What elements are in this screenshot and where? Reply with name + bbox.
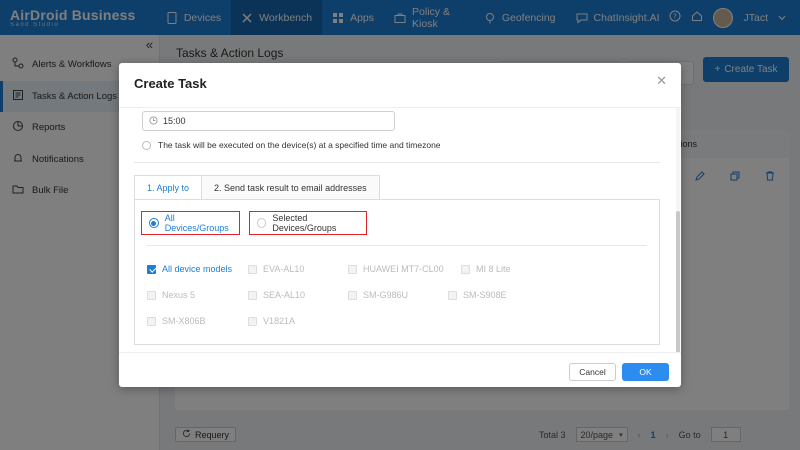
tab-apply-to[interactable]: 1. Apply to xyxy=(134,175,203,200)
device-checkbox-eva-al10[interactable]: EVA-AL10 xyxy=(248,264,304,274)
divider xyxy=(134,162,660,163)
device-label: SM-G986U xyxy=(363,290,409,300)
option-selected-devices[interactable]: Selected Devices/Groups xyxy=(249,211,367,235)
task-tabs: 1. Apply to 2. Send task result to email… xyxy=(134,175,380,200)
device-checkbox-v1821a[interactable]: V1821A xyxy=(248,316,295,326)
time-value: 15:00 xyxy=(163,116,186,126)
checkbox[interactable] xyxy=(448,290,457,300)
device-label: EVA-AL10 xyxy=(263,264,305,274)
device-label: HUAWEI MT7-CL00 xyxy=(363,264,444,274)
dialog-scrollbar[interactable] xyxy=(676,108,680,352)
option-all-devices[interactable]: All Devices/Groups xyxy=(141,211,240,235)
checkbox[interactable] xyxy=(147,264,156,274)
option-all-label: All Devices/Groups xyxy=(164,213,229,233)
checkbox[interactable] xyxy=(147,316,156,326)
device-checkbox-mi8-lite[interactable]: MI 8 Lite xyxy=(461,264,511,274)
checkbox[interactable] xyxy=(248,290,257,300)
ok-button[interactable]: OK xyxy=(622,363,669,381)
device-checkbox-sm-x806b[interactable]: SM-X806B xyxy=(147,316,206,326)
time-note-radio[interactable] xyxy=(142,140,151,150)
cancel-button[interactable]: Cancel xyxy=(569,363,616,381)
device-label: Nexus 5 xyxy=(162,290,196,300)
selected-devices-radio[interactable] xyxy=(257,218,267,228)
device-label: SM-S908E xyxy=(463,290,507,300)
checkbox[interactable] xyxy=(147,290,156,300)
all-devices-radio[interactable] xyxy=(149,218,159,228)
device-checkbox-sm-g986u[interactable]: SM-G986U xyxy=(348,290,408,300)
time-picker-input[interactable]: 15:00 xyxy=(142,111,395,131)
checkbox[interactable] xyxy=(348,290,357,300)
device-label: SEA-AL10 xyxy=(263,290,306,300)
device-checkbox-nexus5[interactable]: Nexus 5 xyxy=(147,290,195,300)
device-label: All device models xyxy=(162,264,233,274)
device-checkbox-huawei-mt7[interactable]: HUAWEI MT7-CL00 xyxy=(348,264,444,274)
tab-send-task-result[interactable]: 2. Send task result to email addresses xyxy=(202,175,380,200)
device-checkbox-sea-al10[interactable]: SEA-AL10 xyxy=(248,290,305,300)
create-task-dialog: Create Task ✕ 15:00 The task will be exe… xyxy=(119,63,681,387)
checkbox[interactable] xyxy=(248,316,257,326)
dialog-body: 15:00 The task will be executed on the d… xyxy=(119,107,681,352)
option-selected-label: Selected Devices/Groups xyxy=(272,213,337,233)
device-checkbox-sm-s908e[interactable]: SM-S908E xyxy=(448,290,507,300)
divider xyxy=(147,245,647,246)
checkbox[interactable] xyxy=(461,264,470,274)
dialog-title: Create Task xyxy=(134,76,207,91)
dialog-footer: Cancel OK xyxy=(119,352,681,387)
close-icon[interactable]: ✕ xyxy=(656,73,667,89)
device-checkbox-all-models[interactable]: All device models xyxy=(147,264,232,274)
checkbox[interactable] xyxy=(248,264,257,274)
scrollbar-thumb[interactable] xyxy=(676,211,680,352)
clock-icon xyxy=(149,115,158,127)
time-note-text: The task will be executed on the device(… xyxy=(158,140,441,150)
device-label: V1821A xyxy=(263,316,296,326)
device-label: SM-X806B xyxy=(162,316,206,326)
device-label: MI 8 Lite xyxy=(476,264,511,274)
time-note-option[interactable]: The task will be executed on the device(… xyxy=(142,140,441,150)
checkbox[interactable] xyxy=(348,264,357,274)
